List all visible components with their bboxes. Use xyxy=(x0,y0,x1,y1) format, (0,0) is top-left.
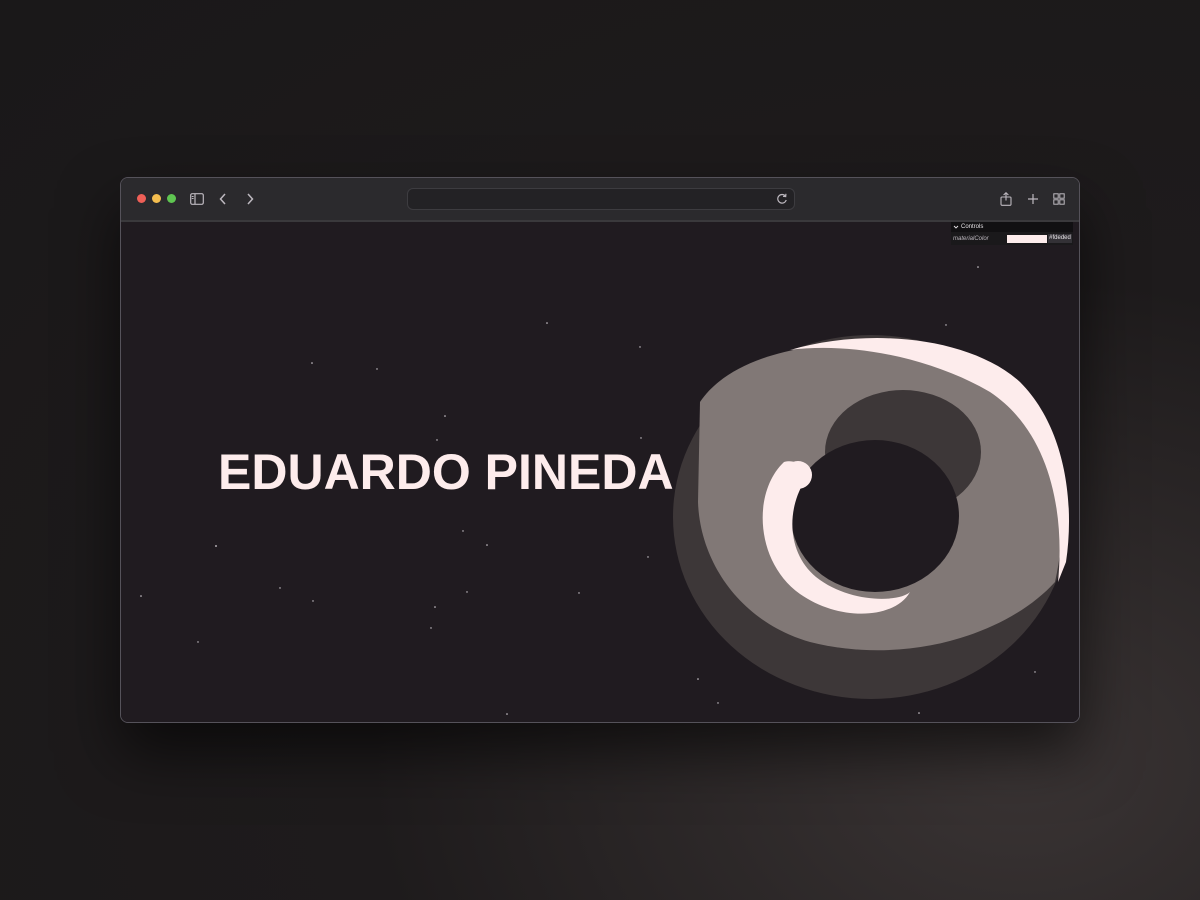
hero-title: EDUARDO PINEDA xyxy=(218,444,674,500)
material-color-label: materialColor xyxy=(953,235,989,242)
material-color-swatch[interactable] xyxy=(1007,234,1047,243)
controls-header[interactable]: Controls xyxy=(951,222,1073,232)
material-color-hex-input[interactable]: #fdeded xyxy=(1048,234,1072,243)
tab-overview-icon[interactable] xyxy=(1049,189,1069,209)
reload-icon[interactable] xyxy=(774,191,790,207)
chevron-down-icon xyxy=(953,225,959,229)
zoom-window-button[interactable] xyxy=(167,194,176,203)
controls-title: Controls xyxy=(961,224,984,230)
share-icon[interactable] xyxy=(996,189,1016,209)
plus-icon[interactable] xyxy=(1023,189,1043,209)
controls-panel: Controls materialColor #fdeded xyxy=(951,222,1073,248)
browser-window: EDUARDO PINEDA Controls materialColor #f… xyxy=(120,177,1080,723)
minimize-window-button[interactable] xyxy=(152,194,161,203)
page-viewport: EDUARDO PINEDA Controls materialColor #f… xyxy=(121,222,1079,722)
control-row-material-color: materialColor #fdeded xyxy=(951,232,1073,245)
chevron-left-icon[interactable] xyxy=(213,189,233,209)
browser-toolbar xyxy=(121,178,1079,222)
close-window-button[interactable] xyxy=(137,194,146,203)
sidebar-icon[interactable] xyxy=(187,189,207,209)
torus-3d-object xyxy=(673,335,1070,699)
chevron-right-icon[interactable] xyxy=(240,189,260,209)
address-bar[interactable] xyxy=(407,188,795,210)
